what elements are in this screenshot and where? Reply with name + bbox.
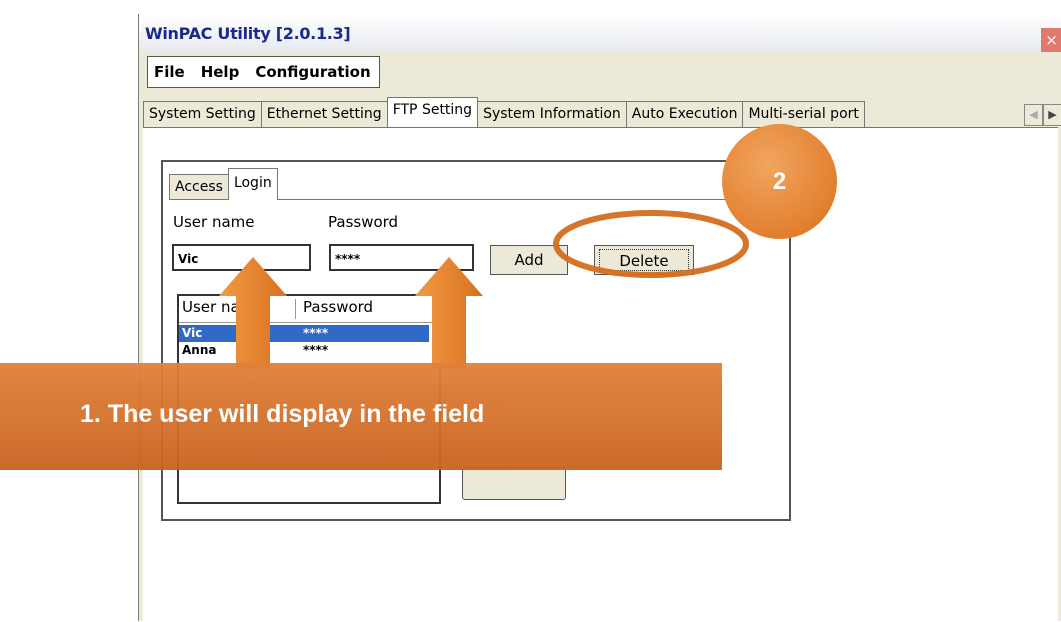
step-2-number: 2	[772, 168, 787, 195]
callout-banner: 1. The user will display in the field	[0, 363, 722, 470]
subtab-login[interactable]: Login	[227, 168, 278, 200]
delete-highlight-ellipse	[553, 210, 749, 278]
up-arrow-icon	[415, 257, 483, 368]
tab-ftp-setting[interactable]: FTP Setting	[386, 97, 479, 127]
up-arrow-icon	[219, 257, 287, 368]
callout-text: 1. The user will display in the field	[80, 400, 485, 428]
annotation-layer	[219, 210, 749, 368]
step-2-badge: 2	[722, 124, 837, 239]
